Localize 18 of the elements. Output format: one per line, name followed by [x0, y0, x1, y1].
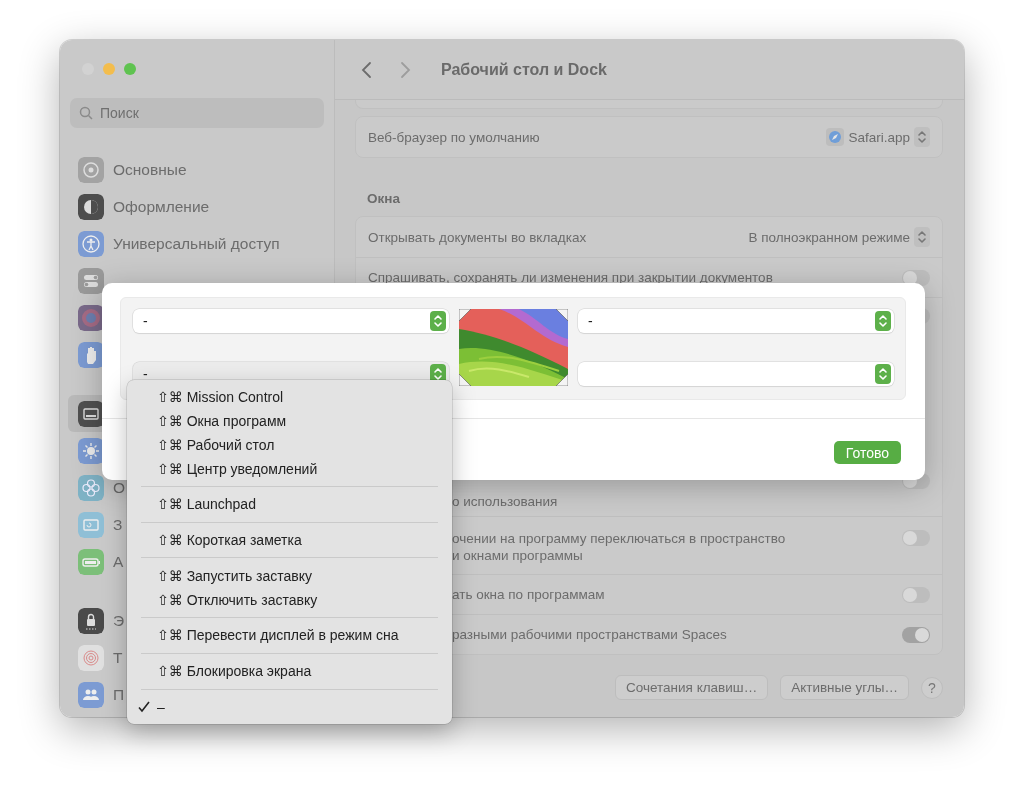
- item-label: Основные: [113, 160, 187, 179]
- section-heading: Окна: [367, 191, 401, 208]
- setting-label: очении на программу переключаться в пространство и окнами программы: [452, 530, 787, 564]
- setting-label: Открывать документы во вкладках: [368, 228, 588, 246]
- setting-label: Спрашивать, сохранять ли изменения при закрытии документов: [368, 269, 774, 286]
- item-label: З: [113, 515, 123, 534]
- setting-label: Веб-браузер по умолчанию: [368, 128, 541, 146]
- item-label: Т: [113, 648, 123, 667]
- item-label: Э: [113, 611, 125, 630]
- setting-label: ать окна по программам: [452, 586, 606, 603]
- item-label: П: [113, 685, 125, 704]
- item-label: О: [113, 478, 126, 497]
- setting-label: разными рабочими пространствами Spaces: [452, 626, 728, 643]
- item-label: Оформление: [113, 197, 210, 216]
- setting-label: о использования: [452, 493, 559, 510]
- window-title: Рабочий стол и Dock: [441, 60, 607, 79]
- item-label: А: [113, 552, 124, 571]
- item-label: Универсальный доступ: [113, 234, 280, 253]
